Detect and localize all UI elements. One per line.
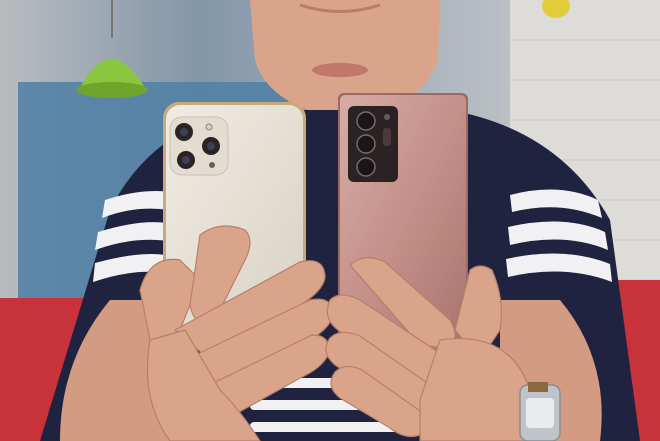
lips — [312, 63, 368, 77]
wristwatch — [519, 382, 561, 441]
photo-scene — [0, 0, 660, 441]
photo-illustration — [0, 0, 660, 441]
